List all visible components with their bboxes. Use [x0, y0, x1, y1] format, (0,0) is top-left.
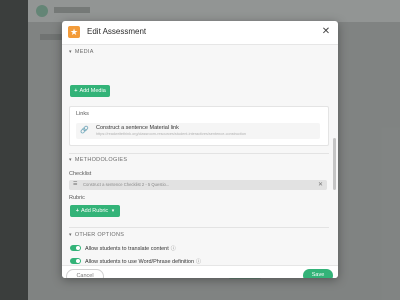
plus-icon: +	[75, 208, 79, 214]
star-icon: ★	[68, 26, 80, 38]
definition-option: Allow students to use Word/Phrase defini…	[85, 258, 201, 265]
add-media-button[interactable]: + Add Media	[70, 85, 110, 97]
other-options-section-header[interactable]: ▾ OTHER OPTIONS	[69, 232, 124, 238]
clear-icon[interactable]: ✕	[318, 181, 323, 188]
section-divider	[69, 227, 329, 228]
checklist-select[interactable]: ☰ Construct a sentence Checklist 2 - 5 Q…	[69, 180, 327, 190]
checklist-label: Checklist	[69, 171, 92, 177]
media-section-title: MEDIA	[74, 49, 94, 55]
links-label: Links	[76, 111, 89, 117]
close-icon[interactable]: ✕	[320, 26, 332, 38]
link-url: https://readwritethink.org/classroom-res…	[96, 132, 247, 136]
checklist-icon: ☰	[73, 181, 78, 187]
add-rubric-label: Add Rubric	[80, 208, 109, 214]
add-rubric-button[interactable]: + Add Rubric ▾	[70, 205, 120, 217]
info-icon[interactable]: ⓘ	[171, 245, 176, 252]
toggle-knob	[76, 259, 80, 263]
links-panel: Links 🔗 Construct a sentence Material li…	[69, 106, 329, 146]
plus-icon: +	[74, 88, 78, 94]
cancel-button[interactable]: Cancel	[66, 269, 104, 278]
link-item[interactable]: 🔗 Construct a sentence Material link htt…	[76, 123, 320, 139]
chevron-down-icon: ▾	[69, 49, 72, 55]
translate-toggle[interactable]	[70, 245, 81, 251]
other-options-section-title: OTHER OPTIONS	[74, 232, 125, 238]
modal-body: ▾ MEDIA + Add Media Links 🔗 Construct a se…	[62, 45, 332, 265]
translate-option-label: Allow students to translate content	[85, 246, 169, 252]
media-section-header[interactable]: ▾ MEDIA	[69, 49, 94, 55]
info-icon[interactable]: ⓘ	[196, 258, 201, 265]
chevron-down-icon: ▾	[69, 232, 72, 238]
toggle-knob	[76, 246, 80, 250]
chevron-down-icon: ▾	[69, 157, 72, 163]
scrollbar-thumb[interactable]	[333, 138, 336, 190]
modal-header: ★ Edit Assessment ✕	[62, 21, 338, 45]
chevron-down-icon: ▾	[111, 208, 115, 214]
scrollbar[interactable]	[332, 45, 338, 265]
edit-assessment-modal: ★ Edit Assessment ✕ ▾ MEDIA + Add Media Li…	[62, 21, 338, 278]
modal-title: Edit Assessment	[87, 27, 147, 36]
save-button[interactable]: Save	[303, 269, 333, 278]
methodologies-section-header[interactable]: ▾ METHODOLOGIES	[69, 157, 127, 163]
section-divider	[69, 153, 329, 154]
definition-toggle[interactable]	[70, 258, 81, 264]
translate-option: Allow students to translate content ⓘ	[85, 245, 176, 252]
methodologies-section-title: METHODOLOGIES	[74, 157, 128, 163]
modal-footer: Cancel Save	[62, 265, 338, 278]
link-title: Construct a sentence Material link	[96, 125, 179, 131]
link-icon: 🔗	[80, 127, 89, 134]
add-media-label: Add Media	[79, 88, 106, 94]
rubric-label: Rubric	[69, 195, 85, 201]
checklist-value: Construct a sentence Checklist 2 - 5 Que…	[83, 182, 170, 187]
